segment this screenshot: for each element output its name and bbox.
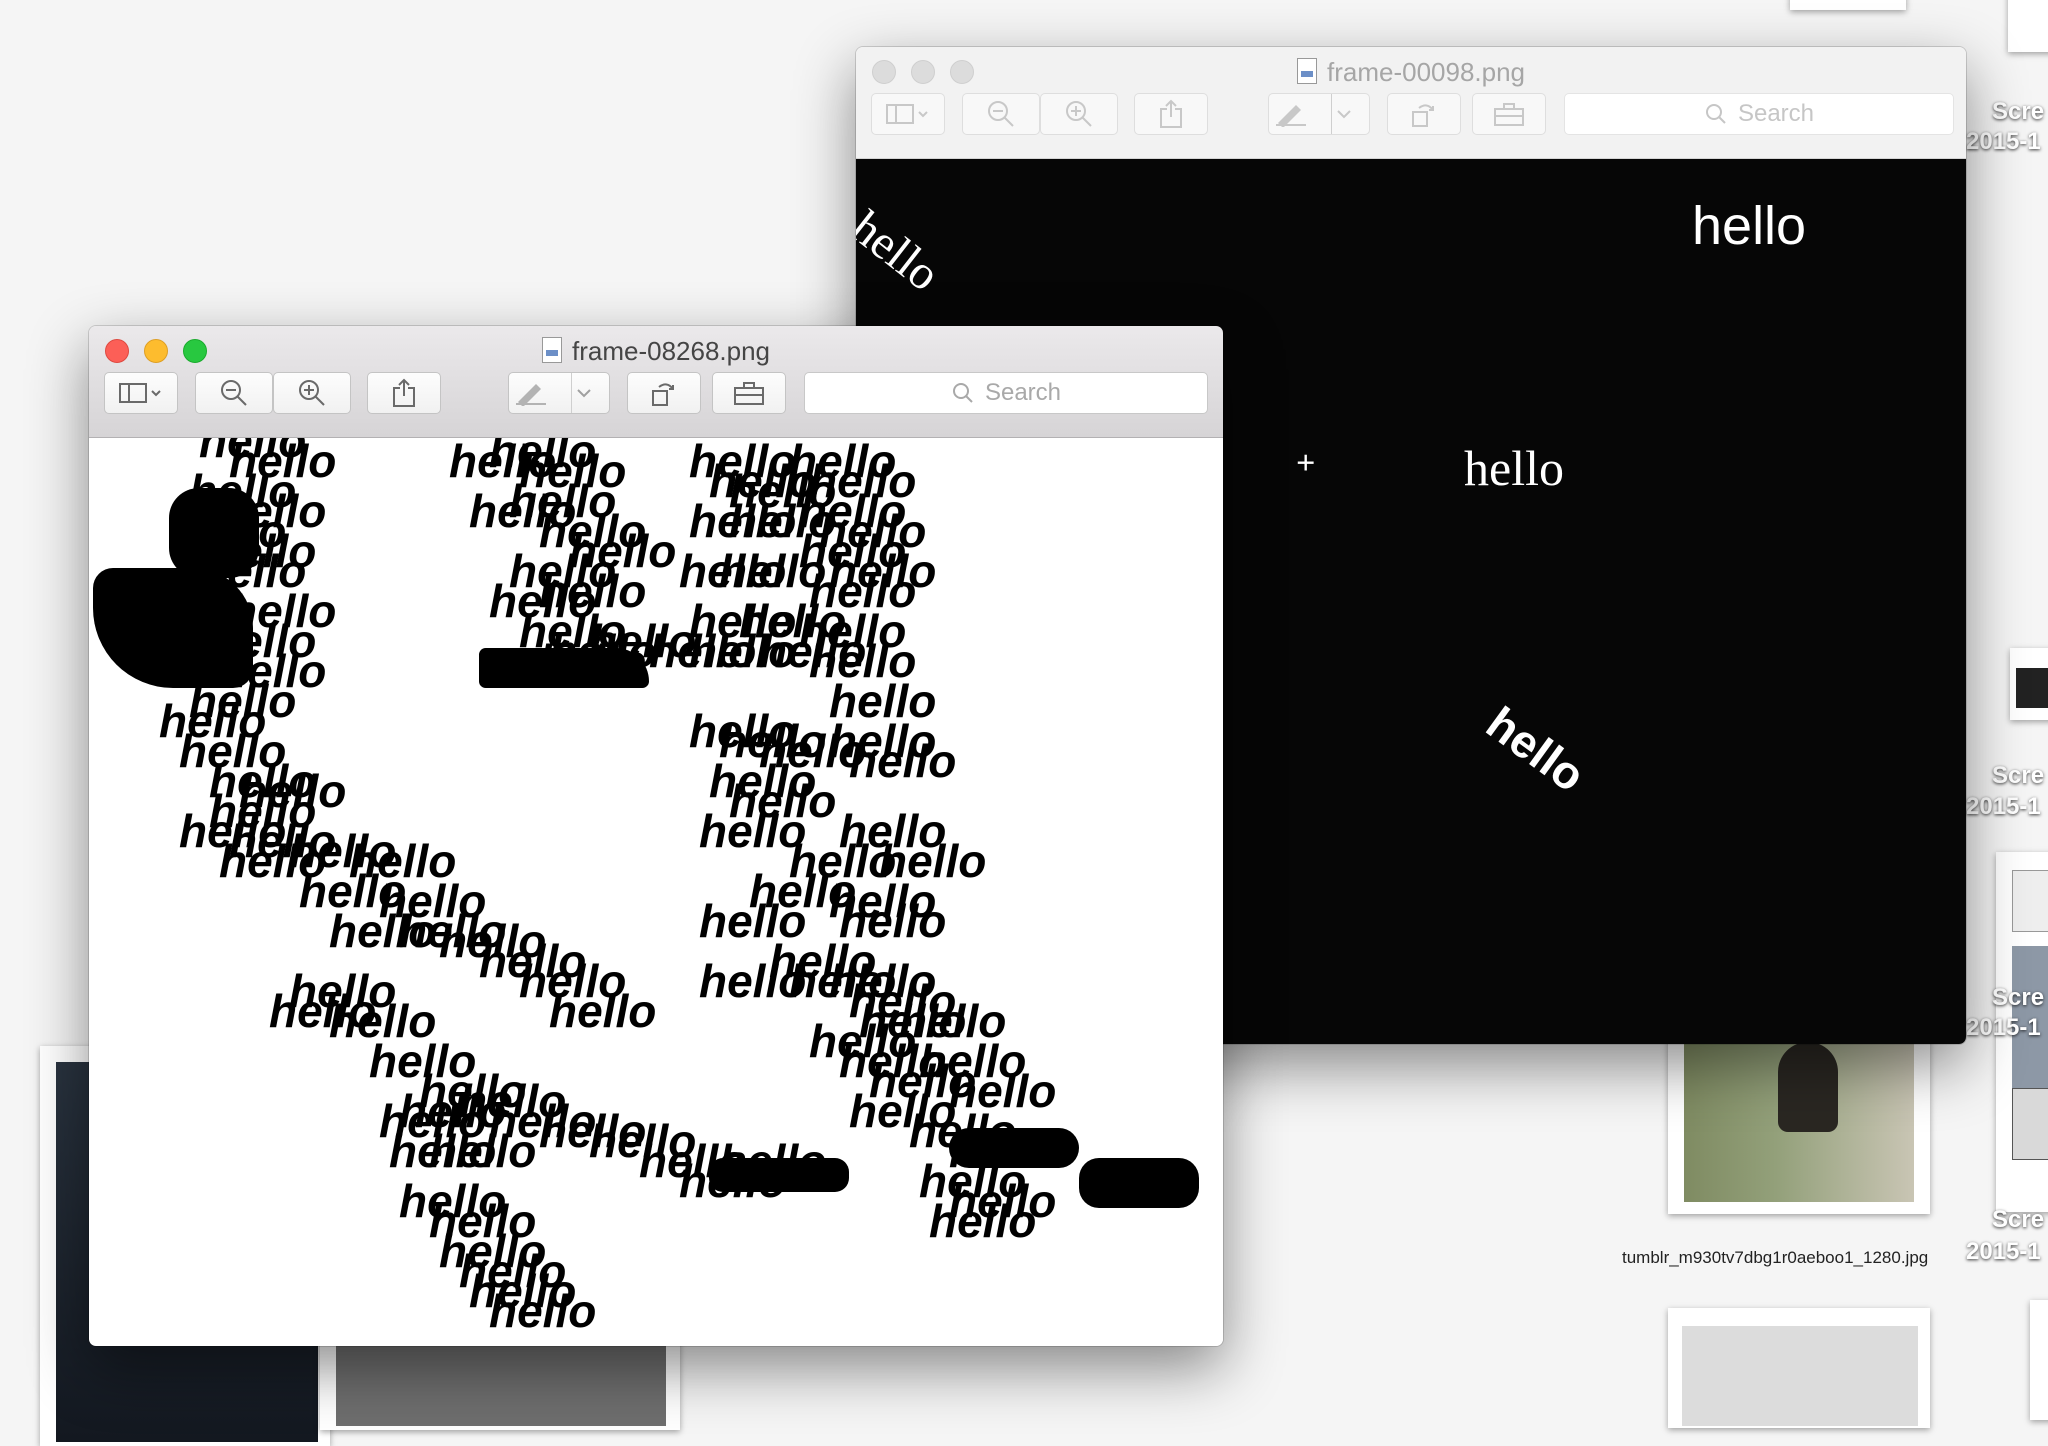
- hello-text: hello: [429, 1125, 537, 1177]
- sidebar-toggle-button[interactable]: [104, 372, 178, 414]
- ink-smear: [1079, 1158, 1199, 1208]
- hello-text: hello: [856, 200, 950, 302]
- desktop-file-caption[interactable]: tumblr_m930tv7dbg1r0aeboo1_1280.jpg: [1622, 1248, 1928, 1268]
- thumb-image: [2016, 668, 2048, 708]
- toolbox-button[interactable]: [712, 372, 786, 414]
- zoom-out-icon: [988, 101, 1014, 127]
- desktop-file-thumb[interactable]: [1790, 0, 1906, 10]
- desktop-file-thumb[interactable]: [1668, 1308, 1930, 1428]
- zoom-out-button[interactable]: [962, 93, 1040, 135]
- pen-icon: [1276, 105, 1306, 127]
- chevron-down-icon: [1337, 110, 1351, 119]
- preview-window-frame-08268[interactable]: frame-08268.png Search hello hello hello…: [89, 326, 1223, 1346]
- share-icon: [1160, 99, 1182, 128]
- window-toolbar: frame-08268.png Search: [89, 326, 1223, 438]
- thumb-image: [1682, 1326, 1918, 1426]
- photo-figure: [1778, 1042, 1838, 1132]
- document-proxy-icon[interactable]: [1296, 58, 1317, 84]
- desktop-icon-sublabel: 2015-1: [1966, 1238, 2041, 1265]
- search-icon: [952, 383, 973, 403]
- zoom-out-button[interactable]: [195, 372, 273, 414]
- sidebar-toggle-button[interactable]: [871, 93, 945, 135]
- hello-text: hello: [1477, 696, 1595, 802]
- zoom-out-icon: [221, 380, 247, 406]
- crosshair-text: +: [1296, 445, 1316, 482]
- chevron-down-icon: [577, 389, 591, 398]
- thumb-image: [2012, 1088, 2048, 1160]
- zoom-in-button[interactable]: [1040, 93, 1118, 135]
- desktop-file-thumb[interactable]: [2010, 648, 2048, 720]
- sidebar-icon: [119, 383, 161, 403]
- hello-text: hello: [929, 1195, 1037, 1247]
- share-icon: [393, 378, 415, 407]
- search-placeholder: Search: [984, 379, 1062, 406]
- desktop-icon-label[interactable]: Scre: [1992, 984, 2044, 1012]
- desktop-icon-label[interactable]: Scre: [1992, 98, 2044, 126]
- button-divider: [571, 373, 572, 413]
- window-title: frame-00098.png: [856, 57, 1966, 88]
- markup-button[interactable]: [508, 372, 610, 414]
- toolbox-icon: [734, 382, 764, 405]
- hello-text: hello: [539, 635, 647, 687]
- share-button[interactable]: [1134, 93, 1208, 135]
- hello-text: hello: [269, 985, 377, 1037]
- thumb-image: [2012, 870, 2048, 932]
- image-canvas[interactable]: hello hello hello hello hello hello hello hello…: [89, 438, 1223, 1346]
- rotate-button[interactable]: [1387, 93, 1461, 135]
- rotate-button[interactable]: [627, 372, 701, 414]
- desktop-file-thumb[interactable]: [2008, 0, 2048, 52]
- rotate-icon: [1412, 104, 1434, 127]
- toolbox-icon: [1494, 103, 1524, 126]
- zoom-in-icon: [1066, 101, 1092, 127]
- search-field[interactable]: Search: [804, 372, 1208, 414]
- markup-button[interactable]: [1268, 93, 1370, 135]
- hello-text: hello: [1692, 196, 1807, 256]
- window-title: frame-08268.png: [89, 336, 1223, 367]
- desktop-icon-sublabel: 2015-1: [1966, 1014, 2041, 1041]
- toolbox-button[interactable]: [1472, 93, 1546, 135]
- hello-text: hello: [549, 985, 657, 1037]
- hello-text: hello: [719, 1135, 827, 1187]
- rotate-icon: [652, 383, 674, 406]
- search-icon: [1705, 104, 1726, 124]
- hello-text: hello: [849, 735, 957, 787]
- hello-text: hello: [1464, 440, 1564, 496]
- desktop-file-thumb[interactable]: [2030, 1300, 2048, 1420]
- desktop-icon-label[interactable]: Scre: [1992, 762, 2044, 790]
- desktop-photo-file[interactable]: [1668, 1032, 1930, 1214]
- search-placeholder: Search: [1737, 100, 1815, 127]
- pen-icon: [516, 384, 546, 406]
- share-button[interactable]: [367, 372, 441, 414]
- desktop-icon-sublabel: 2015-1: [1966, 793, 2041, 820]
- button-divider: [1331, 94, 1332, 134]
- window-toolbar: frame-00098.png Search: [856, 47, 1966, 159]
- sidebar-icon: [886, 104, 928, 124]
- desktop-icon-sublabel: 2015-1: [1966, 128, 2041, 155]
- zoom-in-icon: [299, 380, 325, 406]
- desktop-icon-label[interactable]: Scre: [1992, 1206, 2044, 1234]
- hello-text: hello: [489, 1285, 597, 1337]
- zoom-in-button[interactable]: [273, 372, 351, 414]
- search-field[interactable]: Search: [1564, 93, 1954, 135]
- document-proxy-icon[interactable]: [541, 337, 562, 363]
